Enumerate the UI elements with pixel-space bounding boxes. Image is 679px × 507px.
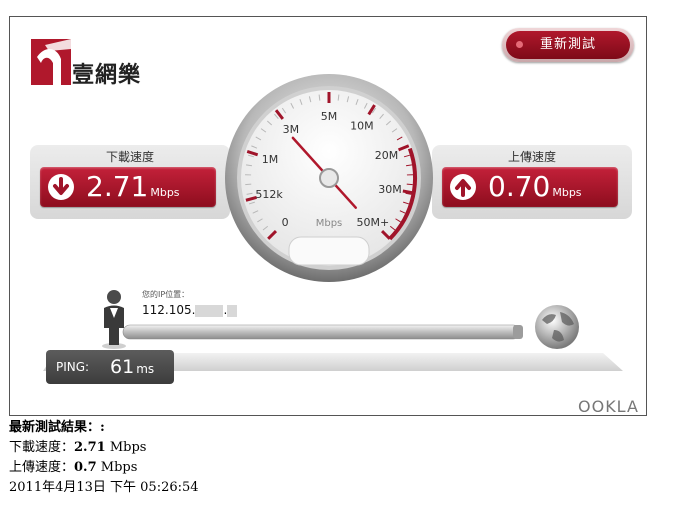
ping-unit: ms <box>136 362 155 376</box>
globe-icon <box>535 305 579 349</box>
button-dot-icon <box>516 41 523 48</box>
gauge-minor-tick <box>337 94 340 101</box>
results-upload-value: 0.7 <box>74 460 97 475</box>
upload-value: 0.70 <box>488 170 551 203</box>
results-download-label: 下載速度： <box>9 440 75 455</box>
gauge-tick-label: 0 <box>282 216 289 229</box>
download-panel: 下載速度 2.71 Mbps <box>30 145 230 219</box>
results-download-value: 2.71 <box>74 440 106 455</box>
gauge-tick-label: 5M <box>321 110 338 123</box>
gauge-tick-label: 512k <box>255 188 283 201</box>
download-label: 下載速度 <box>105 150 154 164</box>
download-arrow-icon <box>48 174 74 200</box>
ookla-logo: OOKLA <box>578 397 639 416</box>
upload-panel: 上傳速度 0.70 Mbps <box>432 145 632 219</box>
speedtest-widget: 壹網樂 重新測試 下載速度 2.71 Mbps 上傳速度 0.70 Mbps 0… <box>9 16 647 416</box>
speed-gauge: 0 512k 1M 3M 5M 10M 20M 30M 50M+ Mbps <box>225 74 433 282</box>
retest-button[interactable]: 重新測試 <box>502 28 634 62</box>
results-timestamp: 2011年4月13日 下午 05:26:54 <box>9 480 199 495</box>
gauge-tick-label: 1M <box>262 153 279 166</box>
gauge-tick-label: 20M <box>375 149 399 162</box>
gauge-unit: Mbps <box>316 218 343 229</box>
results-heading: 最新測試結果：: <box>9 420 105 435</box>
ip-label: 您的IP位置： <box>142 290 190 299</box>
results-download-unit: Mbps <box>109 440 147 455</box>
latest-results: 最新測試結果：: 下載速度：2.71 Mbps 上傳速度：0.7 Mbps 20… <box>9 418 199 498</box>
results-upload-unit: Mbps <box>100 460 138 475</box>
retest-button-label: 重新測試 <box>539 37 596 52</box>
download-value: 2.71 <box>86 170 149 203</box>
upload-unit: Mbps <box>552 186 582 199</box>
download-unit: Mbps <box>150 186 180 199</box>
gauge-tick-label: 30M <box>378 183 402 196</box>
gauge-tick-label: 3M <box>283 123 300 136</box>
gauge-minor-tick <box>318 94 321 101</box>
ping-label: PING: <box>56 360 90 374</box>
gauge-major-tick <box>402 189 414 195</box>
gauge-tick-label: 10M <box>350 119 374 132</box>
ping-readout: PING: 61 ms <box>46 350 174 384</box>
download-readout: 2.71 Mbps <box>40 167 216 207</box>
needle-hub <box>319 168 339 188</box>
upload-arrow-icon <box>450 174 476 200</box>
upload-readout: 0.70 Mbps <box>442 167 618 207</box>
upload-label: 上傳速度 <box>507 150 556 164</box>
logo-text: 壹網樂 <box>72 63 142 88</box>
gauge-tick-label: 50M+ <box>356 216 389 229</box>
results-upload: 上傳速度：0.7 Mbps <box>9 458 199 478</box>
results-download: 下載速度：2.71 Mbps <box>9 438 199 458</box>
results-upload-label: 上傳速度： <box>9 460 75 475</box>
ping-value: 61 <box>110 356 135 378</box>
